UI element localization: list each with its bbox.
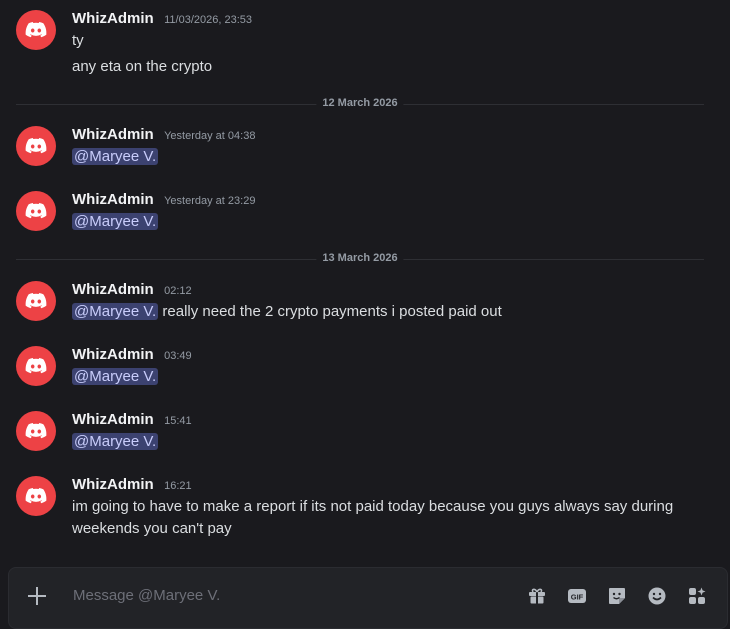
author-name[interactable]: WhizAdmin [72,476,154,493]
discord-logo-icon [25,358,47,374]
sticker-icon[interactable] [605,584,629,608]
timestamp: 02:12 [164,285,192,297]
discord-logo-icon [25,22,47,38]
timestamp: Yesterday at 23:29 [164,195,256,207]
author-name[interactable]: WhizAdmin [72,126,154,143]
message-text: any eta on the crypto [72,58,213,75]
avatar[interactable] [16,281,56,321]
avatar[interactable] [16,476,56,516]
user-mention[interactable]: @Maryee V. [72,303,159,320]
discord-logo-icon [25,293,47,309]
avatar[interactable] [16,10,56,50]
timestamp: Yesterday at 04:38 [164,130,256,142]
avatar[interactable] [16,191,56,231]
author-name[interactable]: WhizAdmin [72,10,154,27]
timestamp: 03:49 [164,350,192,362]
date-divider-label: 12 March 2026 [316,97,404,109]
message-text: weekends you can't pay [72,520,232,537]
discord-logo-icon [25,488,47,504]
date-divider: 12 March 2026 [16,97,704,111]
emoji-icon[interactable] [645,584,669,608]
user-mention[interactable]: @Maryee V. [72,433,159,450]
author-name[interactable]: WhizAdmin [72,281,154,298]
user-mention[interactable]: @Maryee V. [72,213,159,230]
message-text: @Maryee V. really need the 2 crypto paym… [72,303,502,320]
discord-logo-icon [25,423,47,439]
author-name[interactable]: WhizAdmin [72,346,154,363]
gif-label: GIF [571,593,584,602]
discord-logo-icon [25,203,47,219]
gift-icon[interactable] [525,584,549,608]
author-name[interactable]: WhizAdmin [72,191,154,208]
timestamp: 11/03/2026, 23:53 [164,14,252,26]
message-text: ty [72,32,84,49]
message-text: @Maryee V. [72,148,159,165]
avatar[interactable] [16,126,56,166]
user-mention[interactable]: @Maryee V. [72,368,159,385]
message-text: im going to have to make a report if its… [72,498,674,515]
message-body: really need the 2 crypto payments i post… [158,303,502,320]
message-text: @Maryee V. [72,213,159,230]
message-text: @Maryee V. [72,433,159,450]
avatar[interactable] [16,346,56,386]
timestamp: 15:41 [164,415,192,427]
apps-icon[interactable] [685,584,709,608]
message-input[interactable]: Message @Maryee V. [73,587,220,604]
user-mention[interactable]: @Maryee V. [72,148,159,165]
date-divider-label: 13 March 2026 [316,252,404,264]
gif-icon[interactable]: GIF [565,584,589,608]
timestamp: 16:21 [164,480,192,492]
discord-logo-icon [25,138,47,154]
date-divider: 13 March 2026 [16,252,704,266]
author-name[interactable]: WhizAdmin [72,411,154,428]
message-text: @Maryee V. [72,368,159,385]
add-attachment-icon[interactable] [25,584,49,608]
avatar[interactable] [16,411,56,451]
